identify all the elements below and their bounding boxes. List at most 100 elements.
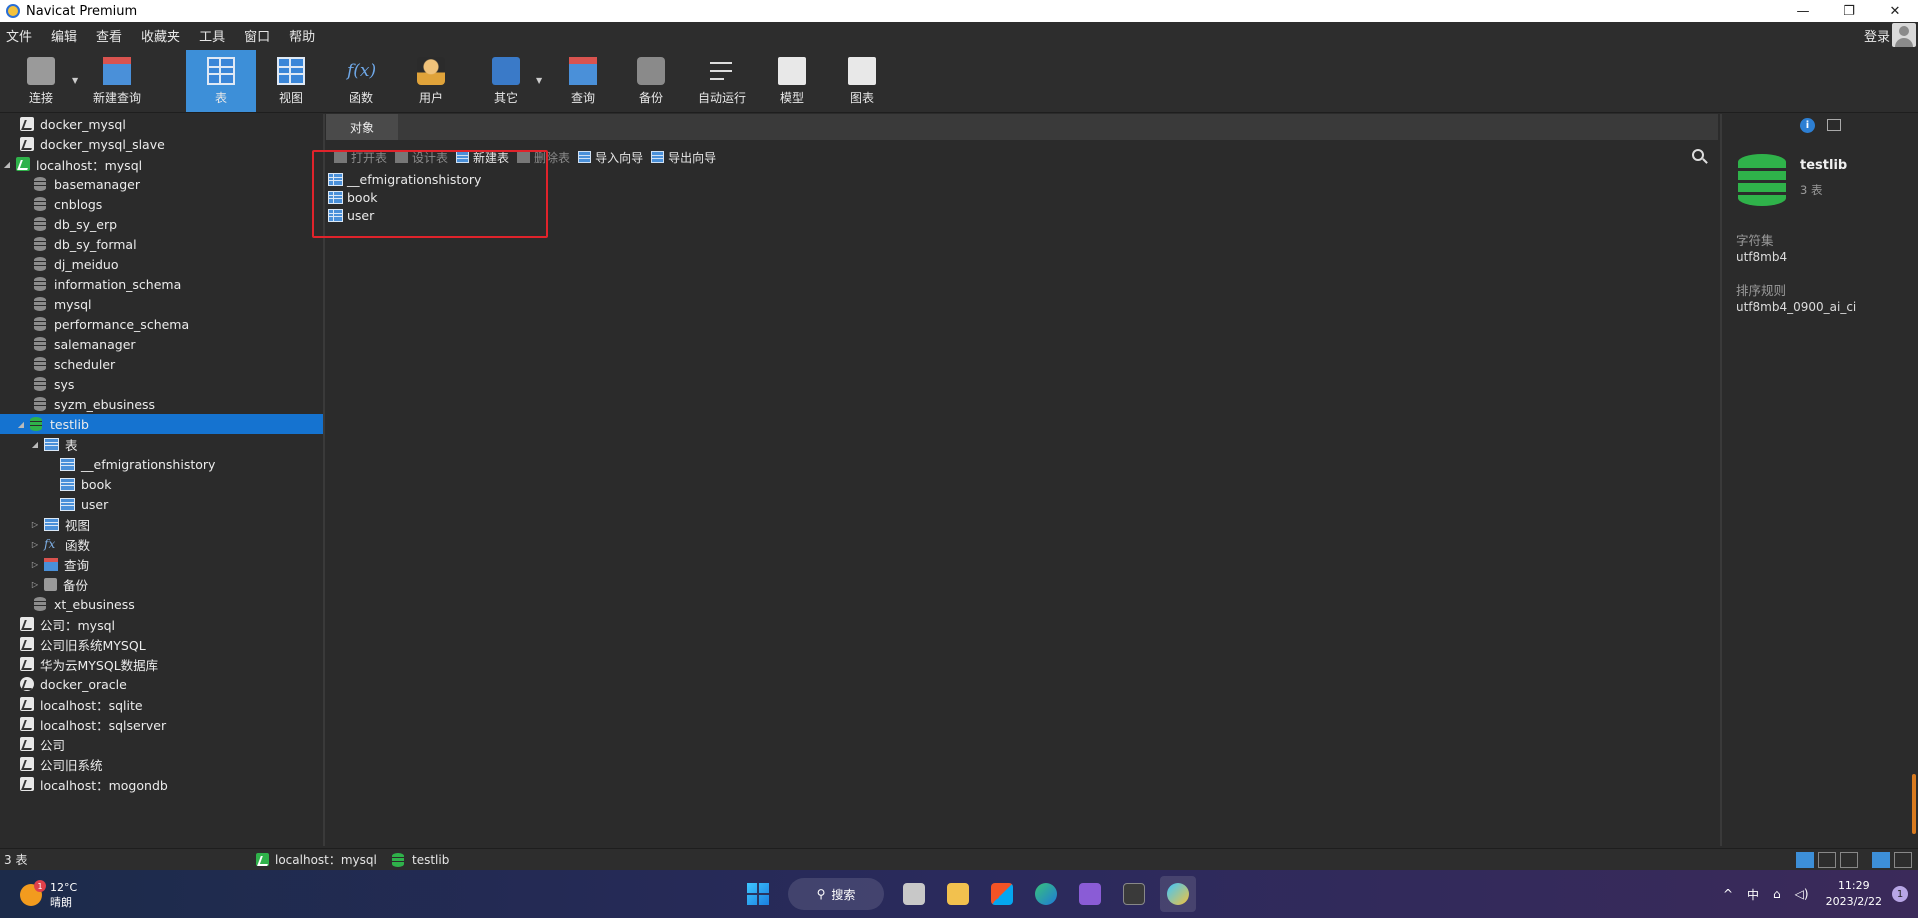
inspector-panel: i testlib 3 表 字符集 utf8mb4 排序规则 utf8mb4_0… xyxy=(1720,114,1918,846)
menu-favorites[interactable]: 收藏夹 xyxy=(135,26,193,45)
tree-database[interactable]: syzm_ebusiness xyxy=(34,394,155,414)
import-wizard-button[interactable]: 导入向导 xyxy=(578,149,643,166)
other-dropdown-icon[interactable]: ▼ xyxy=(536,76,542,85)
menu-view[interactable]: 查看 xyxy=(90,26,135,45)
menu-edit[interactable]: 编辑 xyxy=(45,26,90,45)
table-icon xyxy=(44,437,59,451)
tree-connection[interactable]: 公司旧系统 xyxy=(6,754,103,774)
expand-arrow-icon: ▷ xyxy=(31,519,39,529)
ime-indicator[interactable]: 中 xyxy=(1747,886,1759,903)
other-tool-button[interactable]: 其它 xyxy=(486,50,526,112)
tree-connection[interactable]: 公司 xyxy=(6,734,65,754)
tree-connection[interactable]: docker_oracle xyxy=(6,674,127,694)
menu-help[interactable]: 帮助 xyxy=(283,26,328,45)
scrollbar[interactable] xyxy=(1912,774,1916,834)
navicat-taskbar-button[interactable] xyxy=(1160,876,1196,912)
navicat-icon xyxy=(1167,883,1189,905)
terminal-button[interactable] xyxy=(1116,876,1152,912)
chart-tool-button[interactable]: 图表 xyxy=(842,50,882,112)
menu-file[interactable]: 文件 xyxy=(0,26,45,45)
login-link[interactable]: 登录 xyxy=(1864,26,1890,45)
edge-button[interactable] xyxy=(1028,876,1064,912)
visual-studio-button[interactable] xyxy=(1072,876,1108,912)
minimize-button[interactable]: — xyxy=(1780,0,1826,22)
weather-widget[interactable]: 1 12°C 晴朗 xyxy=(20,880,77,910)
menu-tools[interactable]: 工具 xyxy=(193,26,238,45)
volume-icon[interactable]: ◁) xyxy=(1795,887,1809,901)
new-query-button[interactable]: 新建查询 xyxy=(86,50,148,112)
store-button[interactable] xyxy=(984,876,1020,912)
tree-table[interactable]: __efmigrationshistory xyxy=(60,454,215,474)
backup-tool-button[interactable]: 备份 xyxy=(626,50,676,112)
model-tool-button[interactable]: 模型 xyxy=(772,50,812,112)
tree-connection[interactable]: localhost：sqlserver xyxy=(6,714,166,734)
system-clock[interactable]: 11:29 2023/2/22 xyxy=(1826,878,1882,910)
function-icon: f(x) xyxy=(347,61,377,81)
maximize-button[interactable]: ❐ xyxy=(1826,0,1872,22)
tree-table[interactable]: user xyxy=(60,494,108,514)
close-button[interactable]: ✕ xyxy=(1872,0,1918,22)
tree-connection[interactable]: 公司旧系统MYSQL xyxy=(6,634,146,654)
tree-table[interactable]: book xyxy=(60,474,111,494)
tree-database[interactable]: scheduler xyxy=(34,354,115,374)
store-icon xyxy=(991,883,1013,905)
function-tool-button[interactable]: f(x) 函数 xyxy=(336,50,386,112)
tree-connection[interactable]: 华为云MYSQL数据库 xyxy=(6,654,158,674)
tree-queries-group[interactable]: ▷ 查询 xyxy=(30,554,89,574)
auto-run-tool-button[interactable]: 自动运行 xyxy=(692,50,752,112)
tree-database[interactable]: db_sy_erp xyxy=(34,214,117,234)
search-icon[interactable] xyxy=(1692,149,1704,161)
info-icon[interactable]: i xyxy=(1800,118,1815,133)
tree-database[interactable]: cnblogs xyxy=(34,194,102,214)
connect-button[interactable]: 连接 xyxy=(14,50,68,112)
collation-label: 排序规则 xyxy=(1736,283,1787,298)
tree-connection[interactable]: docker_mysql xyxy=(6,114,126,134)
export-wizard-button[interactable]: 导出向导 xyxy=(651,149,716,166)
avatar-icon[interactable] xyxy=(1892,23,1916,47)
network-icon[interactable]: ⌂ xyxy=(1773,887,1781,901)
start-button[interactable] xyxy=(740,876,776,912)
task-view-button[interactable] xyxy=(896,876,932,912)
grid-view-icon[interactable] xyxy=(1840,852,1858,868)
tree-backups-group[interactable]: ▷ 备份 xyxy=(30,574,88,594)
tree-connection[interactable]: 公司：mysql xyxy=(6,614,115,634)
tree-database[interactable]: performance_schema xyxy=(34,314,189,334)
tab-objects[interactable]: 对象 xyxy=(326,114,398,140)
tree-database[interactable]: dj_meiduo xyxy=(34,254,119,274)
file-explorer-button[interactable] xyxy=(940,876,976,912)
weather-badge: 1 xyxy=(34,880,46,892)
notification-badge[interactable]: 1 xyxy=(1892,886,1908,902)
tree-database-selected[interactable]: ◢ testlib xyxy=(0,414,323,434)
query-tool-button[interactable]: 查询 xyxy=(558,50,608,112)
toggle-inspector-icon[interactable] xyxy=(1894,852,1912,868)
tree-database[interactable]: information_schema xyxy=(34,274,181,294)
list-view-icon[interactable] xyxy=(1796,852,1814,868)
user-tool-button[interactable]: 用户 xyxy=(406,50,456,112)
tree-connection[interactable]: localhost：sqlite xyxy=(6,694,143,714)
tree-connection[interactable]: localhost：mogondb xyxy=(6,774,168,794)
view-tool-button[interactable]: 视图 xyxy=(266,50,316,112)
tree-database[interactable]: salemanager xyxy=(34,334,136,354)
toggle-sidebar-icon[interactable] xyxy=(1872,852,1890,868)
table-tool-button[interactable]: 表 xyxy=(186,50,256,112)
database-icon xyxy=(34,197,46,211)
tree-views-group[interactable]: ▷ 视图 xyxy=(30,514,90,534)
menu-window[interactable]: 窗口 xyxy=(238,26,283,45)
tree-database[interactable]: db_sy_formal xyxy=(34,234,137,254)
connect-dropdown-icon[interactable]: ▼ xyxy=(72,76,78,85)
table-icon xyxy=(60,497,75,511)
tree-tables-group[interactable]: ◢ 表 xyxy=(30,434,78,454)
tree-database[interactable]: sys xyxy=(34,374,74,394)
tray-overflow-icon[interactable]: ^ xyxy=(1723,887,1733,901)
detail-view-icon[interactable] xyxy=(1818,852,1836,868)
tree-database[interactable]: basemanager xyxy=(34,174,140,194)
windows-logo-icon xyxy=(747,883,769,905)
tree-connection[interactable]: docker_mysql_slave xyxy=(6,134,165,154)
tree-database[interactable]: mysql xyxy=(34,294,92,314)
database-icon xyxy=(34,317,46,331)
tree-functions-group[interactable]: ▷ fx 函数 xyxy=(30,534,90,554)
tree-connection-active[interactable]: ◢ localhost：mysql xyxy=(2,154,142,174)
ddl-icon[interactable] xyxy=(1827,119,1841,131)
tree-database[interactable]: xt_ebusiness xyxy=(34,594,135,614)
taskbar-search[interactable]: ⚲ 搜索 xyxy=(788,878,884,910)
